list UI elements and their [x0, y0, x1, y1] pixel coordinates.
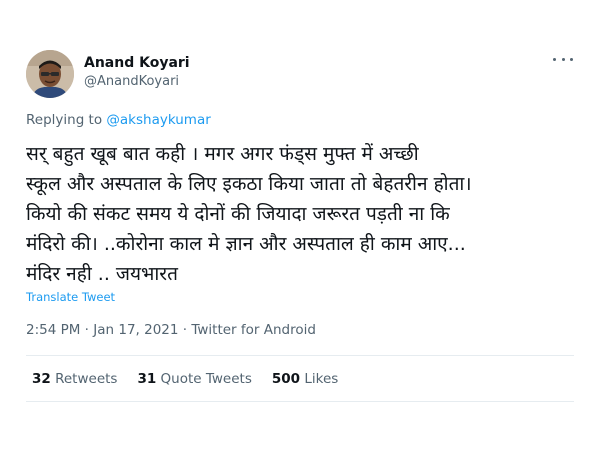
quote-tweets-label: Quote Tweets: [160, 371, 252, 387]
retweets-label: Retweets: [55, 371, 118, 387]
author-handle[interactable]: @AnandKoyari: [84, 74, 179, 89]
tweet-text-line: स्कूल और अस्पताल के लिए इकठा किया जाता त…: [26, 173, 472, 195]
likes-count: 500: [271, 371, 301, 387]
likes-label: Likes: [304, 371, 339, 387]
divider: [26, 401, 574, 402]
divider: [26, 355, 574, 356]
more-horizontal-icon[interactable]: [553, 52, 573, 66]
tweet-timestamp[interactable]: 2:54 PM · Jan 17, 2021 · Twitter for And…: [26, 322, 316, 338]
author-display-name[interactable]: Anand Koyari: [84, 55, 190, 71]
tweet-card: Anand Koyari @AnandKoyari Replying to @a…: [0, 0, 600, 450]
retweets-stat[interactable]: 32 Retweets: [32, 371, 117, 387]
retweets-count: 32: [32, 371, 51, 387]
tweet-text-line: मंदिर नही .. जयभारत: [26, 263, 178, 285]
quote-tweets-count: 31: [137, 371, 157, 387]
tweet-text-line: मंदिरो की। ..कोरोना काल मे ज्ञान और अस्प…: [26, 233, 466, 255]
replying-prefix: Replying to: [26, 112, 103, 128]
dot: [570, 57, 573, 61]
quote-tweets-stat[interactable]: 31 Quote Tweets: [137, 371, 251, 387]
engagement-stats: 32 Retweets 31 Quote Tweets 500 Likes: [32, 371, 358, 387]
avatar[interactable]: [26, 50, 74, 98]
replying-to: Replying to @akshaykumar: [26, 112, 211, 128]
likes-stat[interactable]: 500 Likes: [272, 371, 338, 387]
tweet-text-line: कियो की संकट समय ये दोनों की जियादा जरूर…: [26, 203, 450, 225]
avatar-image: [26, 50, 74, 98]
tweet-text-line: सर् बहुत खूब बात कही । मगर अगर फंड्स मुफ…: [26, 143, 419, 165]
replying-mention-link[interactable]: @akshaykumar: [106, 112, 210, 128]
dot: [561, 57, 565, 61]
translate-tweet-link[interactable]: Translate Tweet: [26, 290, 115, 304]
tweet-text: सर् बहुत खूब बात कही । मगर अगर फंड्स मुफ…: [26, 139, 586, 289]
dot: [553, 57, 556, 61]
